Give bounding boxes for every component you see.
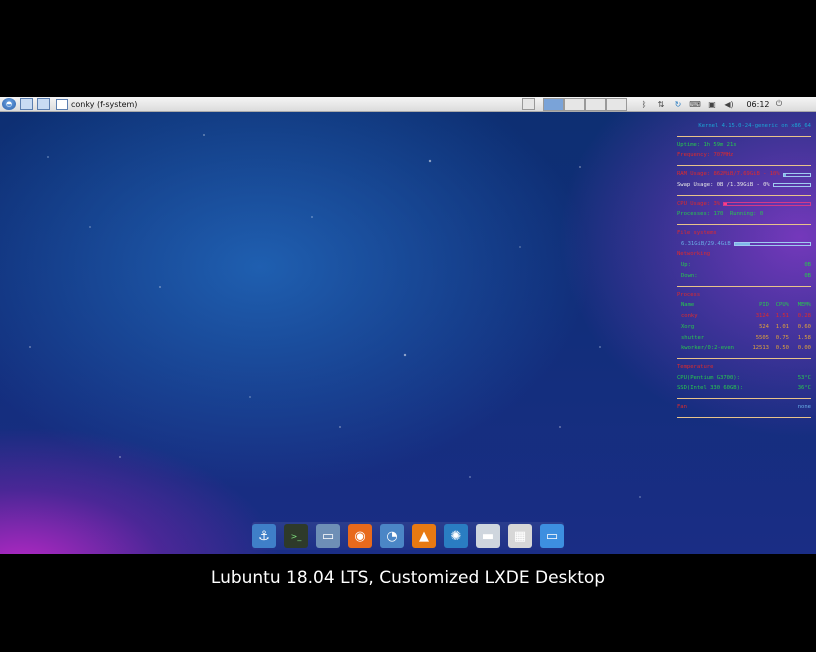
process-pid: 12513 [752,345,769,352]
process-name: shutter [681,334,705,341]
divider [677,165,811,167]
taskbar-window-button[interactable]: conky (f-system) [56,98,516,110]
process-mem: 0.00 [797,345,811,352]
keyboard-icon[interactable]: ⌨ [688,98,702,110]
desktop-2[interactable] [564,97,585,111]
process-cpu: 1.51 [775,313,789,320]
swap-usage-row: Swap Usage: 0B /1.39GiB - 0% [677,180,811,191]
networking-title: Networking [677,251,711,258]
frequency-row: Frequency: 707MHz [677,152,734,159]
volume-icon[interactable]: ◀) [722,98,736,110]
divider [677,135,811,137]
ram-usage-bar [782,172,811,177]
process-mem: 0.60 [797,323,811,330]
divider [677,416,811,418]
temperature-title: Temperature [677,363,714,370]
desktop-4[interactable] [606,97,627,111]
kernel-info: Kernel 4.15.0-24-generic on x86_64 [698,123,811,129]
cpu-usage-bar [723,201,811,206]
bluetooth-icon[interactable]: ᛒ [637,98,651,110]
process-name: conky [681,313,698,320]
processes-row: Processes: 170 Running: 0 [677,211,764,218]
divider [677,194,811,196]
swap-usage-bar [772,183,811,188]
show-desktop-icon[interactable] [20,98,33,110]
file-manager-icon[interactable]: ▭ [316,524,340,548]
process-name: kworker/0:2-even [681,345,734,352]
process-pid: 524 [759,323,769,330]
start-menu-button[interactable]: ◓ [2,98,16,110]
calculator-icon[interactable]: ▦ [508,524,532,548]
process-table: Name PID CPU% MEM% conky 3124 1.51 0.28 … [677,300,811,354]
power-icon[interactable]: ⏻ [772,98,786,110]
process-cpu: 1.01 [775,323,789,330]
filesystem-row: 6.31GiB/29.4GiB [677,239,811,250]
process-pid: 5505 [755,334,769,341]
divider [677,224,811,226]
dock: ⚓ >_ ▭ ◉ ◔ ▲ ✺ ▬ ▦ ▭ [252,522,564,550]
divider [677,398,811,400]
desktop-pager [543,97,627,111]
fan-row: Fan none [677,404,811,411]
window-icon [56,98,68,110]
net-down-row: Down: 0B [681,272,811,279]
vlc-icon[interactable]: ▲ [412,524,436,548]
file-manager-launcher-icon[interactable] [37,98,50,110]
process-mem: 1.58 [797,334,811,341]
process-header-mem: MEM% [797,302,811,309]
process-cpu: 0.50 [775,345,789,352]
process-header-cpu: CPU% [775,302,789,309]
process-cpu: 0.75 [775,334,789,341]
process-name: Xorg [681,323,695,330]
firefox-icon[interactable]: ◉ [348,524,372,548]
process-header-pid: PID [759,302,769,309]
anchor-icon[interactable]: ⚓ [252,524,276,548]
temp-cpu-row: CPU(Pentium G3700): 53°C [677,374,811,381]
process-mem: 0.28 [797,313,811,320]
terminal-icon[interactable]: >_ [284,524,308,548]
divider [677,285,811,287]
network-icon[interactable]: ⇅ [654,98,668,110]
filesystem-bar [733,242,811,247]
desktop-1[interactable] [543,97,564,111]
window-icon[interactable]: ▬ [476,524,500,548]
uptime-row: Uptime: 1h 59m 21s [677,141,737,148]
divider [677,357,811,359]
process-pid: 3124 [755,313,769,320]
window-list-icon[interactable] [522,98,535,110]
ram-usage-row: RAM Usage: 862MiB/7.69GiB - 10% [677,169,811,180]
display-icon[interactable]: ▣ [705,98,719,110]
caption: Lubuntu 18.04 LTS, Customized LXDE Deskt… [210,568,606,588]
screen-icon[interactable]: ▭ [540,524,564,548]
desktop-3[interactable] [585,97,606,111]
temp-ssd-row: SSD(Intel 330 60GB): 36°C [677,385,811,392]
process-header-name: Name [681,302,695,309]
process-title: Process [677,291,701,298]
update-icon[interactable]: ↻ [671,98,685,110]
top-panel: ◓ conky (f-system) ᛒ ⇅ ↻ ⌨ ▣ ◀) 06:12 ⏻ [0,97,816,112]
taskbar-window-title: conky (f-system) [71,99,138,109]
desktop[interactable]: ◓ conky (f-system) ᛒ ⇅ ↻ ⌨ ▣ ◀) 06:12 ⏻ … [0,97,816,554]
chromium-icon[interactable]: ◔ [380,524,404,548]
net-up-row: Up: 0B [681,262,811,269]
pinwheel-icon[interactable]: ✺ [444,524,468,548]
filesystems-title: File systems [677,230,717,237]
conky-monitor: Kernel 4.15.0-24-generic on x86_64 Uptim… [677,121,811,421]
clock[interactable]: 06:12 [744,98,772,110]
cpu-usage-row: CPU Usage: 3% [677,199,811,210]
